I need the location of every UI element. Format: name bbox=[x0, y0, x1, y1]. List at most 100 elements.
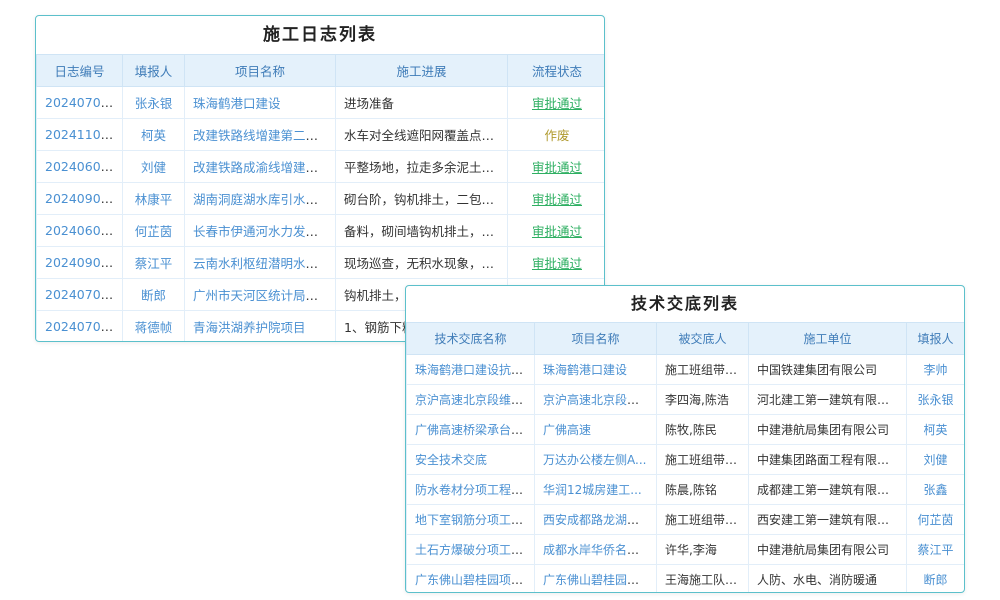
cell-id: 2024090009 bbox=[37, 183, 123, 215]
cell-project: 华润12城房建工... bbox=[535, 475, 657, 505]
unit-text: 河北建工第一建筑有限责任公司 bbox=[757, 393, 907, 407]
status-link[interactable]: 审批通过 bbox=[532, 192, 582, 207]
cell-filler: 张永银 bbox=[907, 385, 965, 415]
cell-unit: 中建集团路面工程有限公司 bbox=[749, 445, 907, 475]
filler-link[interactable]: 张永银 bbox=[135, 96, 173, 111]
project-link[interactable]: 湖南洞庭湖水库引水工程... bbox=[193, 192, 336, 207]
cell-status: 作废 bbox=[508, 119, 606, 151]
progress-text: 水车对全线遮阳网覆盖点进行... bbox=[344, 128, 508, 143]
name-link[interactable]: 防水卷材分项工程施... bbox=[415, 483, 534, 497]
id-link[interactable]: 2024090009 bbox=[45, 191, 123, 206]
project-link[interactable]: 成都水岸华侨名苑... bbox=[543, 543, 650, 557]
id-link[interactable]: 2024070011 bbox=[45, 95, 123, 110]
column-header-project: 项目名称 bbox=[535, 323, 657, 355]
cell-project: 京沪高速北京段维修 bbox=[535, 385, 657, 415]
id-link[interactable]: 2024060006 bbox=[45, 159, 123, 174]
person-text: 施工班组带班... bbox=[665, 513, 748, 527]
person-text: 王海施工队全队 bbox=[665, 573, 749, 587]
construction-log-panel-title: 施工日志列表 bbox=[36, 16, 604, 54]
filler-link[interactable]: 林康平 bbox=[135, 192, 173, 207]
name-link[interactable]: 安全技术交底 bbox=[415, 453, 487, 467]
unit-text: 西安建工第一建筑有限责任公司 bbox=[757, 513, 907, 527]
cell-unit: 西安建工第一建筑有限责任公司 bbox=[749, 505, 907, 535]
filler-link[interactable]: 蒋德帧 bbox=[135, 320, 173, 335]
cell-person: 许华,李海 bbox=[657, 535, 749, 565]
column-header-status: 流程状态 bbox=[508, 55, 606, 87]
project-link[interactable]: 改建铁路成渝线增建第二... bbox=[193, 160, 336, 175]
name-link[interactable]: 土石方爆破分项工程... bbox=[415, 543, 534, 557]
id-link[interactable]: 2024090009 bbox=[45, 255, 123, 270]
id-link[interactable]: 2024060005 bbox=[45, 223, 123, 238]
project-link[interactable]: 云南水利枢纽潜明水库一... bbox=[193, 256, 336, 271]
id-link[interactable]: 2024070009 bbox=[45, 319, 123, 334]
status-link[interactable]: 审批通过 bbox=[532, 96, 582, 111]
person-text: 施工班组带班... bbox=[665, 363, 748, 377]
cell-project: 广佛高速 bbox=[535, 415, 657, 445]
unit-text: 成都建工第一建筑有限责任公司 bbox=[757, 483, 907, 497]
filler-link[interactable]: 断郎 bbox=[923, 573, 947, 587]
filler-link[interactable]: 张鑫 bbox=[923, 483, 947, 497]
project-link[interactable]: 京沪高速北京段维修 bbox=[543, 393, 651, 407]
cell-project: 珠海鹤港口建设 bbox=[535, 355, 657, 385]
person-text: 施工班组带班... bbox=[665, 453, 748, 467]
filler-link[interactable]: 何芷茵 bbox=[917, 513, 953, 527]
status-link[interactable]: 审批通过 bbox=[532, 256, 582, 271]
cell-name: 珠海鹤港口建设抗浮... bbox=[407, 355, 535, 385]
filler-link[interactable]: 刘健 bbox=[923, 453, 947, 467]
project-link[interactable]: 广佛高速 bbox=[543, 423, 591, 437]
name-link[interactable]: 珠海鹤港口建设抗浮... bbox=[415, 363, 534, 377]
table-row: 土石方爆破分项工程... 成都水岸华侨名苑... 许华,李海中建港航局集团有限公司蔡… bbox=[407, 535, 965, 565]
cell-unit: 人防、水电、消防暖通 bbox=[749, 565, 907, 594]
id-link[interactable]: 2024110002 bbox=[45, 127, 123, 142]
cell-id: 2024070011 bbox=[37, 87, 123, 119]
table-row: 京沪高速北京段维修...京沪高速北京段维修李四海,陈浩河北建工第一建筑有限责任公… bbox=[407, 385, 965, 415]
column-header-progress: 施工进展 bbox=[336, 55, 508, 87]
project-link[interactable]: 珠海鹤港口建设 bbox=[193, 96, 281, 111]
filler-link[interactable]: 李帅 bbox=[923, 363, 947, 377]
cell-name: 地下室钢筋分项工程... bbox=[407, 505, 535, 535]
cell-project: 湖南洞庭湖水库引水工程... bbox=[185, 183, 336, 215]
filler-link[interactable]: 何芷茵 bbox=[135, 224, 173, 239]
project-link[interactable]: 广东佛山碧桂园项目 bbox=[543, 573, 651, 587]
filler-link[interactable]: 蔡江平 bbox=[135, 256, 173, 271]
filler-link[interactable]: 柯英 bbox=[141, 128, 166, 143]
project-link[interactable]: 西安成都路龙湖上... bbox=[543, 513, 650, 527]
unit-text: 中建港航局集团有限公司 bbox=[757, 423, 889, 437]
status-link[interactable]: 作废 bbox=[544, 128, 569, 143]
project-link[interactable]: 万达办公楼左侧A... bbox=[543, 453, 646, 467]
project-link[interactable]: 广州市天河区统计局机房... bbox=[193, 288, 336, 303]
project-link[interactable]: 珠海鹤港口建设 bbox=[543, 363, 627, 377]
status-link[interactable]: 审批通过 bbox=[532, 160, 582, 175]
filler-link[interactable]: 柯英 bbox=[923, 423, 947, 437]
filler-link[interactable]: 刘健 bbox=[141, 160, 166, 175]
tech-disclosure-table: 技术交底名称项目名称被交底人施工单位填报人 珠海鹤港口建设抗浮...珠海鹤港口建… bbox=[406, 322, 965, 593]
cell-progress: 平整场地，拉走多余泥土15辆... bbox=[336, 151, 508, 183]
progress-text: 平整场地，拉走多余泥土15辆... bbox=[344, 160, 508, 175]
filler-link[interactable]: 断郎 bbox=[141, 288, 166, 303]
project-link[interactable]: 华润12城房建工... bbox=[543, 483, 642, 497]
filler-link[interactable]: 蔡江平 bbox=[917, 543, 953, 557]
cell-project: 改建铁路成渝线增建第二... bbox=[185, 151, 336, 183]
unit-text: 中建集团路面工程有限公司 bbox=[757, 453, 901, 467]
project-link[interactable]: 青海洪湖养护院项目 bbox=[193, 320, 306, 335]
cell-unit: 中建港航局集团有限公司 bbox=[749, 535, 907, 565]
cell-project: 西安成都路龙湖上... bbox=[535, 505, 657, 535]
project-link[interactable]: 改建铁路线增建第二线直... bbox=[193, 128, 336, 143]
cell-status: 审批通过 bbox=[508, 87, 606, 119]
name-link[interactable]: 广佛高速桥梁承台施... bbox=[415, 423, 534, 437]
name-link[interactable]: 广东佛山碧桂园项目... bbox=[415, 573, 534, 587]
name-link[interactable]: 地下室钢筋分项工程... bbox=[415, 513, 534, 527]
filler-link[interactable]: 张永银 bbox=[917, 393, 953, 407]
cell-filler: 刘健 bbox=[123, 151, 185, 183]
project-link[interactable]: 长春市伊通河水力发电厂... bbox=[193, 224, 336, 239]
status-link[interactable]: 审批通过 bbox=[532, 224, 582, 239]
cell-project: 广州市天河区统计局机房... bbox=[185, 279, 336, 311]
progress-text: 进场准备 bbox=[344, 96, 394, 111]
id-link[interactable]: 2024070011 bbox=[45, 287, 123, 302]
name-link[interactable]: 京沪高速北京段维修... bbox=[415, 393, 534, 407]
cell-id: 2024090009 bbox=[37, 247, 123, 279]
cell-id: 2024060006 bbox=[37, 151, 123, 183]
cell-progress: 砌台阶，钩机排土，二包砌间... bbox=[336, 183, 508, 215]
cell-filler: 柯英 bbox=[123, 119, 185, 151]
cell-name: 广东佛山碧桂园项目... bbox=[407, 565, 535, 594]
